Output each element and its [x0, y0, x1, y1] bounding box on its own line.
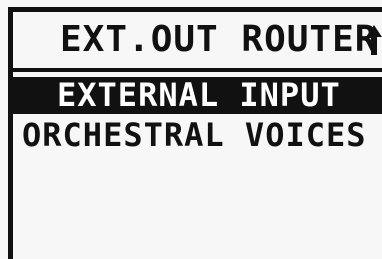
menu-list: EXTERNAL INPUT ORCHESTRAL VOICES: [13, 77, 382, 155]
menu-item-orchestral-voices[interactable]: ORCHESTRAL VOICES: [13, 115, 382, 155]
lcd-screen: EXT.OUT ROUTER EXTERNAL INPUT ORCHESTRAL…: [0, 0, 382, 259]
header-divider: [8, 68, 382, 72]
screen-title: EXT.OUT ROUTER: [60, 19, 378, 60]
menu-item-external-input[interactable]: EXTERNAL INPUT: [13, 77, 382, 114]
scroll-arrow-icon: [366, 25, 382, 55]
frame-top-border: [8, 7, 382, 12]
